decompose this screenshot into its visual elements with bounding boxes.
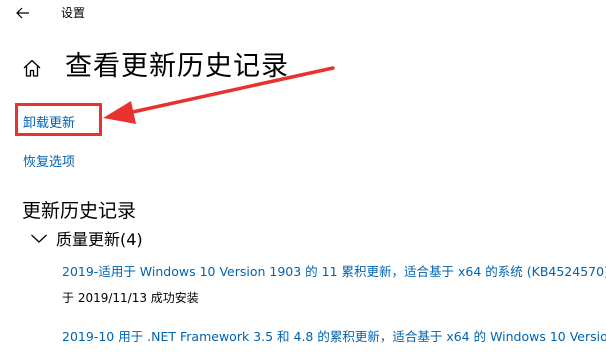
settings-page: 设置 查看更新历史记录 卸载更新 恢复选项 更新历史记录 质量更新(4) 201… (0, 0, 606, 353)
quality-updates-toggle[interactable]: 质量更新(4) (30, 227, 143, 249)
update-item-link[interactable]: 2019-10 用于 .NET Framework 3.5 和 4.8 的累积更… (62, 326, 606, 345)
update-item-link[interactable]: 2019-适用于 Windows 10 Version 1903 的 11 累积… (62, 261, 606, 280)
quality-updates-label: 质量更新(4) (56, 230, 143, 249)
chevron-down-icon (31, 234, 47, 243)
update-history-heading: 更新历史记录 (22, 200, 137, 222)
update-item-status: 于 2019/11/13 成功安装 (62, 291, 199, 305)
